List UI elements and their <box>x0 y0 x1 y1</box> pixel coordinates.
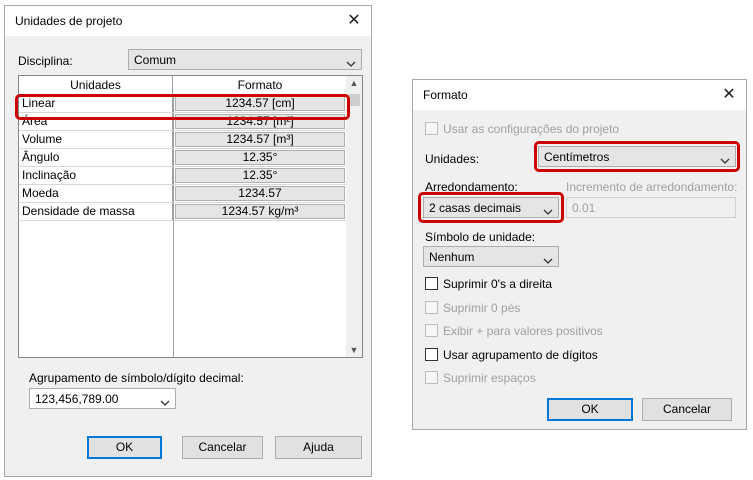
table-row[interactable]: Inclinação 12.35° <box>19 167 347 185</box>
title-bar: Unidades de projeto ✕ <box>5 6 371 36</box>
use-project-settings-label: Usar as configurações do projeto <box>443 122 620 136</box>
scroll-up-icon[interactable]: ▲ <box>346 78 362 88</box>
suppress-zero-feet-checkbox[interactable] <box>425 301 438 314</box>
digit-grouping-checkbox[interactable] <box>425 348 438 361</box>
chevron-down-icon <box>160 395 170 409</box>
scroll-down-icon[interactable]: ▼ <box>346 345 362 355</box>
format-button[interactable]: 1234.57 [m³] <box>175 132 345 147</box>
ok-button[interactable]: OK <box>87 436 162 459</box>
column-header-units: Unidades <box>19 76 173 94</box>
format-button[interactable]: 12.35° <box>175 168 345 183</box>
dialog-title: Formato <box>423 88 468 102</box>
grouping-value: 123,456,789.00 <box>35 392 119 406</box>
unit-name: Volume <box>19 131 173 148</box>
column-header-format: Formato <box>173 76 347 94</box>
format-button[interactable]: 1234.57 kg/m³ <box>175 204 345 219</box>
suppress-spaces-label: Suprimir espaços <box>443 371 536 385</box>
ok-button[interactable]: OK <box>547 398 633 421</box>
help-button[interactable]: Ajuda <box>275 436 362 459</box>
unit-name: Moeda <box>19 185 173 202</box>
discipline-value: Comum <box>134 53 177 67</box>
unit-symbol-label: Símbolo de unidade: <box>425 230 536 244</box>
table-header: Unidades Formato <box>19 76 347 95</box>
table-row[interactable]: Densidade de massa 1234.57 kg/m³ <box>19 203 347 221</box>
table-row[interactable]: Ângulo 12.35° <box>19 149 347 167</box>
grouping-dropdown[interactable]: 123,456,789.00 <box>29 388 176 409</box>
rounding-increment-label: Incremento de arredondamento: <box>566 180 738 194</box>
dialog-title: Unidades de projeto <box>15 14 123 28</box>
project-units-dialog: Unidades de projeto ✕ Disciplina: Comum … <box>4 5 372 477</box>
digit-grouping-label: Usar agrupamento de dígitos <box>443 348 598 362</box>
unit-symbol-value: Nenhum <box>429 250 475 264</box>
table-row[interactable]: Moeda 1234.57 <box>19 185 347 203</box>
discipline-dropdown[interactable]: Comum <box>128 49 362 70</box>
rounding-increment-value: 0.01 <box>572 201 596 215</box>
unit-name: Inclinação <box>19 167 173 184</box>
unit-name: Densidade de massa <box>19 203 173 220</box>
format-dialog: Formato ✕ Usar as configurações do proje… <box>412 79 747 430</box>
format-button[interactable]: 12.35° <box>175 150 345 165</box>
title-bar: Formato ✕ <box>413 80 746 110</box>
discipline-label: Disciplina: <box>18 54 73 68</box>
show-plus-checkbox[interactable] <box>425 324 438 337</box>
grouping-label: Agrupamento de símbolo/dígito decimal: <box>29 371 244 385</box>
unit-name: Ângulo <box>19 149 173 166</box>
highlight-linear-row <box>15 94 350 120</box>
units-label: Unidades: <box>425 152 480 166</box>
rounding-increment-input: 0.01 <box>566 197 736 218</box>
suppress-zero-feet-label: Suprimir 0 pés <box>443 301 521 315</box>
cancel-button[interactable]: Cancelar <box>642 398 732 421</box>
format-button[interactable]: 1234.57 <box>175 186 345 201</box>
table-row[interactable]: Volume 1234.57 [m³] <box>19 131 347 149</box>
unit-symbol-dropdown[interactable]: Nenhum <box>423 246 559 267</box>
highlight-rounding-dropdown <box>418 192 564 223</box>
cancel-button[interactable]: Cancelar <box>182 436 263 459</box>
suppress-trailing-zeros-label: Suprimir 0's a direita <box>443 277 552 291</box>
chevron-down-icon <box>346 56 356 70</box>
close-icon[interactable]: ✕ <box>712 80 746 110</box>
close-icon[interactable]: ✕ <box>337 6 371 36</box>
suppress-trailing-zeros-checkbox[interactable] <box>425 277 438 290</box>
show-plus-label: Exibir + para valores positivos <box>443 324 603 338</box>
chevron-down-icon <box>543 253 553 267</box>
suppress-spaces-checkbox[interactable] <box>425 371 438 384</box>
use-project-settings-checkbox[interactable] <box>425 122 438 135</box>
highlight-units-dropdown <box>534 141 740 172</box>
